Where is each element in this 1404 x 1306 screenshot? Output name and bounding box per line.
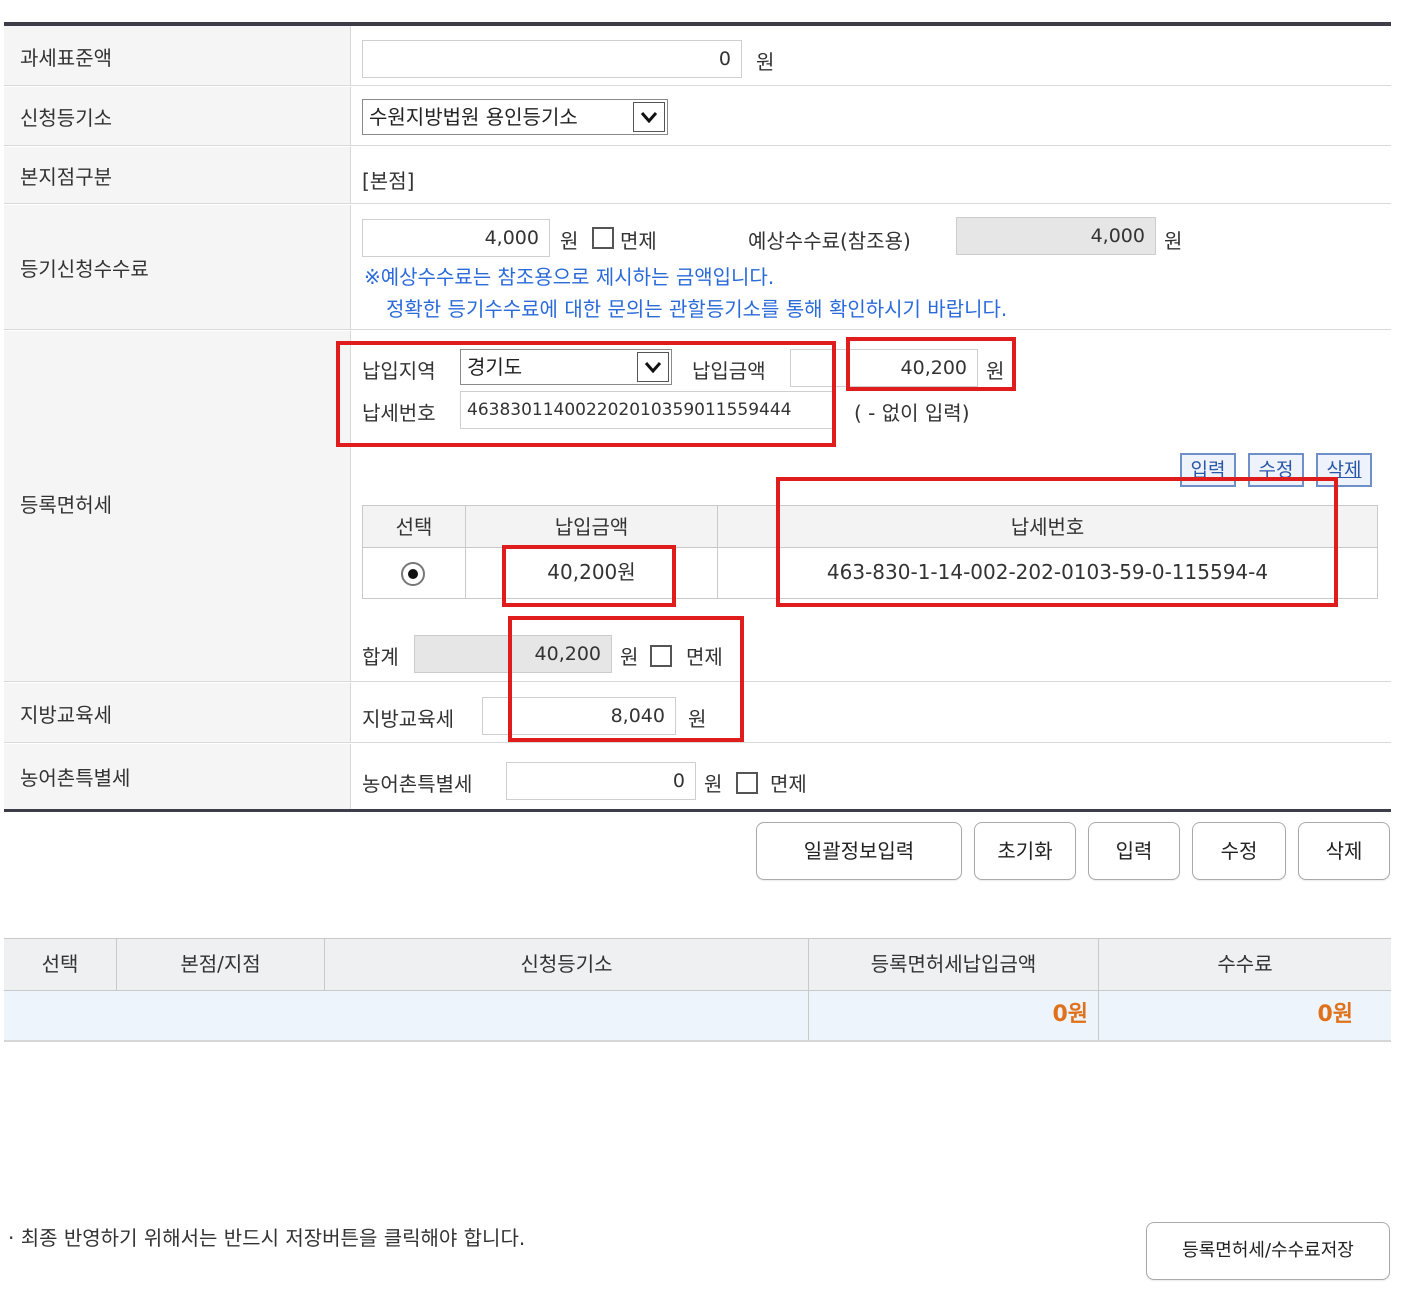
summary-header-select: 선택 <box>4 939 117 990</box>
registry-office-row: 신청등기소 수원지방법원 용인등기소 <box>4 87 1391 146</box>
save-button[interactable]: 등록면허세/수수료저장 <box>1146 1222 1390 1280</box>
highlight-row-taxno <box>776 477 1338 607</box>
branch-type-row: 본지점구분 [본점] <box>4 147 1391 204</box>
registry-office-value: 수원지방법원 용인등기소 <box>369 105 578 129</box>
label-cell: 지방교육세 <box>4 683 351 742</box>
rural-tax-unit: 원 <box>704 772 723 796</box>
rural-tax-exempt-checkbox[interactable] <box>736 772 758 794</box>
branch-type-label: 본지점구분 <box>20 165 112 189</box>
registry-office-select[interactable]: 수원지방법원 용인등기소 <box>362 99 668 135</box>
summary-license-total: 0원 <box>809 991 1099 1040</box>
label-cell: 등기신청수수료 <box>4 205 351 329</box>
edit-button[interactable]: 수정 <box>1192 822 1286 880</box>
registration-fee-exempt-label: 면제 <box>620 229 657 253</box>
rural-tax-row: 농어촌특별세 농어촌특별세 0 원 면제 <box>4 744 1391 812</box>
expected-fee-value: 4,000 <box>956 217 1156 255</box>
rural-tax-inner-label: 농어촌특별세 <box>362 772 473 796</box>
summary-fee-total: 0원 <box>1317 1002 1353 1027</box>
select-cell <box>363 548 466 598</box>
summary-header-office: 신청등기소 <box>325 939 809 990</box>
input-button[interactable]: 입력 <box>1088 822 1180 880</box>
local-edu-tax-inner-label: 지방교육세 <box>362 707 454 731</box>
summary-total-row: 0원 0원 <box>4 991 1391 1040</box>
header-select: 선택 <box>363 506 466 547</box>
summary-blank-cell <box>4 991 809 1040</box>
row-radio[interactable] <box>401 562 425 586</box>
summary-table: 선택 본점/지점 신청등기소 등록면허세납입금액 수수료 0원 0원 <box>4 938 1391 1042</box>
expected-fee-label: 예상수수료(참조용) <box>748 229 911 253</box>
label-cell: 과세표준액 <box>4 26 351 85</box>
bulk-input-button[interactable]: 일괄정보입력 <box>756 822 962 880</box>
registry-office-label: 신청등기소 <box>20 106 112 130</box>
taxno-hint: ( - 없이 입력) <box>854 401 970 425</box>
rural-tax-input[interactable]: 0 <box>506 762 696 800</box>
highlight-amount <box>846 337 1016 391</box>
tax-base-label: 과세표준액 <box>20 46 112 70</box>
highlight-total-edu <box>508 616 744 742</box>
registration-fee-label: 등기신청수수료 <box>20 257 149 281</box>
label-cell: 신청등기소 <box>4 87 351 145</box>
summary-header-fee: 수수료 <box>1217 952 1273 976</box>
registration-fee-input[interactable]: 4,000 <box>362 219 550 257</box>
delete-button[interactable]: 삭제 <box>1298 822 1390 880</box>
header-amount: 납입금액 <box>466 506 718 547</box>
label-cell: 등록면허세 <box>4 331 351 681</box>
tax-base-unit: 원 <box>756 50 775 74</box>
rural-tax-exempt-label: 면제 <box>770 772 807 796</box>
summary-header-branch: 본점/지점 <box>117 939 325 990</box>
label-cell: 농어촌특별세 <box>4 744 351 809</box>
license-tax-label: 등록면허세 <box>20 493 112 517</box>
summary-header: 선택 본점/지점 신청등기소 등록면허세납입금액 수수료 <box>4 939 1391 991</box>
branch-type-value: [본점] <box>362 169 415 193</box>
save-notice: · 최종 반영하기 위해서는 반드시 저장버튼을 클릭해야 합니다. <box>8 1226 526 1250</box>
fee-notice-line1: ※예상수수료는 참조용으로 제시하는 금액입니다. <box>364 265 775 289</box>
local-edu-tax-label: 지방교육세 <box>20 703 112 727</box>
total-label: 합계 <box>362 645 399 669</box>
chevron-down-icon[interactable] <box>633 102 665 132</box>
rural-tax-label: 농어촌특별세 <box>20 766 131 790</box>
tax-base-input[interactable]: 0 <box>362 40 742 78</box>
expected-fee-unit: 원 <box>1164 229 1183 253</box>
label-cell: 본지점구분 <box>4 147 351 203</box>
highlight-row-amount <box>502 545 676 607</box>
tax-base-row: 과세표준액 0 원 <box>4 26 1391 86</box>
reset-button[interactable]: 초기화 <box>974 822 1076 880</box>
highlight-region-taxno <box>336 341 836 447</box>
fee-notice-line2: 정확한 등기수수료에 대한 문의는 관할등기소를 통해 확인하시기 바랍니다. <box>386 297 1008 321</box>
summary-header-license: 등록면허세납입금액 <box>809 939 1099 990</box>
registration-fee-unit: 원 <box>560 229 579 253</box>
registration-fee-exempt-checkbox[interactable] <box>592 227 614 249</box>
registration-fee-row: 등기신청수수료 4,000 원 면제 예상수수료(참조용) 4,000 원 ※예… <box>4 205 1391 330</box>
